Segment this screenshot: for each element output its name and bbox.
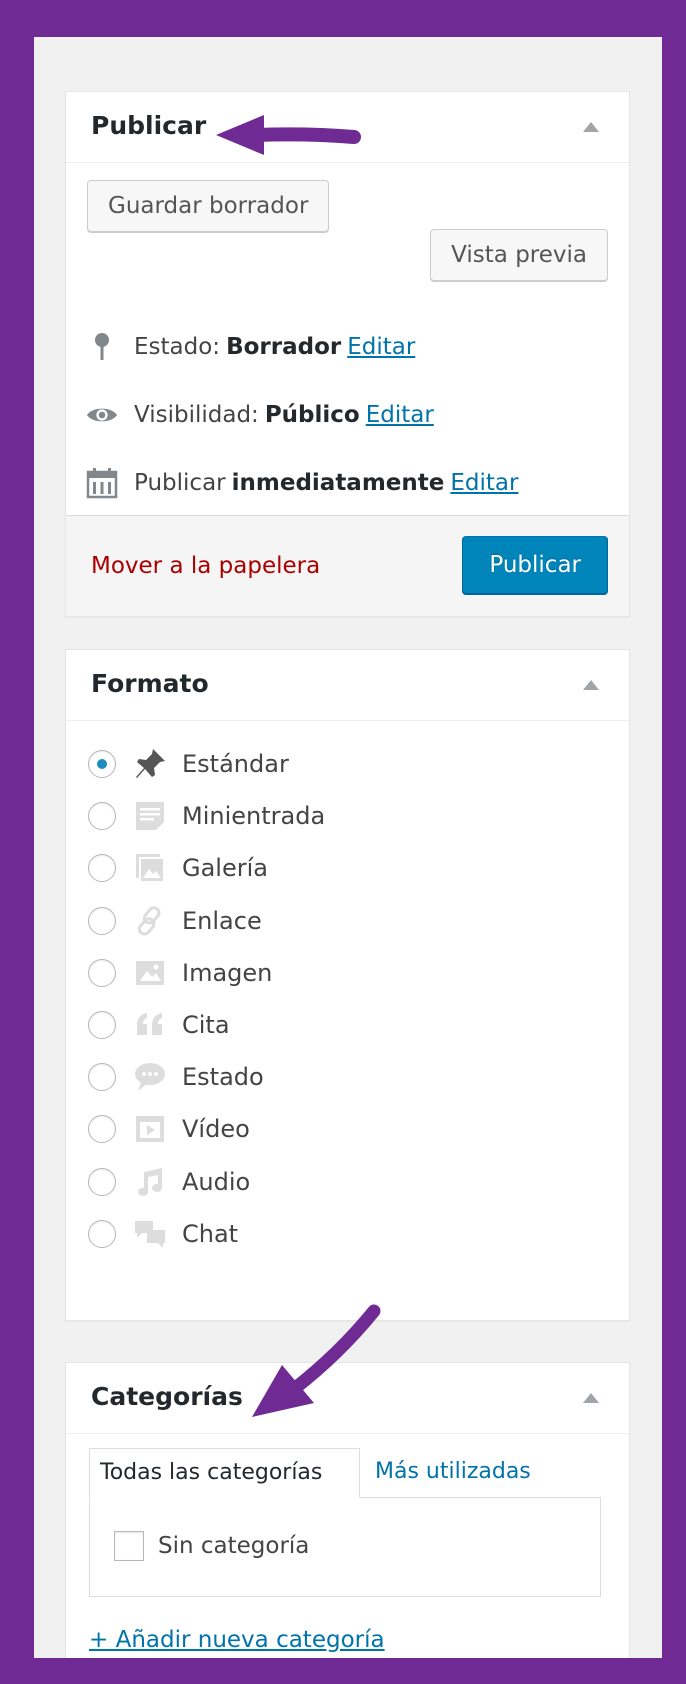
format-option-label: Galería bbox=[182, 854, 268, 883]
schedule-row: Publicar inmediatamente Editar bbox=[86, 463, 518, 503]
tab-all-categories[interactable]: Todas las categorías bbox=[89, 1448, 360, 1498]
status-label: Estado: bbox=[134, 334, 221, 360]
format-radio[interactable] bbox=[88, 1011, 116, 1039]
format-box-title: Formato bbox=[91, 669, 209, 698]
format-radio[interactable] bbox=[88, 1167, 116, 1196]
format-option[interactable]: Galería bbox=[88, 848, 268, 888]
status-value: Borrador bbox=[226, 334, 342, 360]
gallery-icon bbox=[132, 850, 168, 886]
format-option-label: Chat bbox=[182, 1219, 239, 1248]
pin-icon bbox=[86, 331, 118, 363]
format-radio[interactable] bbox=[88, 1063, 116, 1092]
format-radio[interactable] bbox=[88, 1115, 116, 1144]
calendar-icon bbox=[86, 467, 118, 499]
format-option[interactable]: Enlace bbox=[88, 901, 262, 941]
publish-button[interactable]: Publicar bbox=[462, 536, 608, 594]
chat-icon bbox=[132, 1216, 168, 1252]
format-option-label: Audio bbox=[182, 1167, 251, 1196]
format-option-label: Cita bbox=[182, 1011, 230, 1039]
category-checklist: Sin categoría bbox=[89, 1497, 601, 1597]
link-icon bbox=[132, 903, 168, 939]
format-radio[interactable] bbox=[88, 802, 116, 831]
categories-box-title: Categorías bbox=[91, 1382, 243, 1411]
tab-most-used[interactable]: Más utilizadas bbox=[365, 1448, 541, 1498]
collapse-toggle-icon[interactable] bbox=[583, 680, 599, 690]
edit-status-link[interactable]: Editar bbox=[347, 334, 415, 360]
pin-icon bbox=[132, 746, 168, 782]
preview-button[interactable]: Vista previa bbox=[430, 229, 608, 281]
format-option[interactable]: Estándar bbox=[88, 744, 289, 784]
format-option-label: Enlace bbox=[182, 906, 262, 935]
audio-icon bbox=[132, 1164, 168, 1200]
collapse-toggle-icon[interactable] bbox=[583, 1393, 599, 1403]
format-option-label: Minientrada bbox=[182, 802, 326, 831]
schedule-value: inmediatamente bbox=[231, 470, 445, 496]
eye-icon bbox=[86, 399, 118, 431]
video-icon bbox=[132, 1111, 168, 1147]
format-option[interactable]: Imagen bbox=[88, 953, 272, 993]
format-radio[interactable] bbox=[88, 958, 116, 987]
visibility-label: Visibilidad: bbox=[134, 402, 259, 428]
category-item: Sin categoría bbox=[114, 1531, 309, 1561]
format-option[interactable]: Audio bbox=[88, 1162, 250, 1202]
annotation-arrow-publicar bbox=[216, 115, 361, 155]
format-option[interactable]: Cita bbox=[88, 1005, 230, 1045]
visibility-row: Visibilidad: Público Editar bbox=[86, 395, 434, 435]
add-new-category-link[interactable]: + Añadir nueva categoría bbox=[89, 1627, 385, 1653]
status-row: Estado: Borrador Editar bbox=[86, 327, 415, 367]
format-box-header[interactable]: Formato bbox=[66, 650, 629, 721]
category-label: Sin categoría bbox=[158, 1533, 310, 1559]
quote-icon bbox=[132, 1007, 168, 1043]
format-option-label: Vídeo bbox=[182, 1115, 250, 1144]
format-radio[interactable] bbox=[88, 1219, 116, 1248]
format-box: Formato Estándar Minientrada Galería Enlace… bbox=[65, 649, 630, 1321]
format-option-label: Imagen bbox=[182, 958, 273, 987]
format-option[interactable]: Vídeo bbox=[88, 1109, 250, 1149]
status-icon bbox=[132, 1059, 168, 1095]
format-radio[interactable] bbox=[88, 854, 116, 883]
category-checkbox[interactable] bbox=[114, 1531, 144, 1561]
image-icon bbox=[132, 955, 168, 991]
publish-box-title: Publicar bbox=[91, 111, 207, 140]
save-draft-button[interactable]: Guardar borrador bbox=[87, 180, 330, 232]
move-to-trash-link[interactable]: Mover a la papelera bbox=[91, 553, 320, 579]
publish-actions: Mover a la papelera Publicar bbox=[66, 515, 629, 616]
format-option-label: Estándar bbox=[182, 750, 289, 778]
format-option[interactable]: Chat bbox=[88, 1214, 238, 1254]
sidebar-panel: Publicar Guardar borrador Vista previa E… bbox=[34, 37, 662, 1658]
format-radio[interactable] bbox=[88, 750, 116, 778]
format-radio[interactable] bbox=[88, 906, 116, 935]
annotation-arrow-categorias bbox=[252, 1304, 381, 1417]
schedule-label: Publicar bbox=[134, 470, 226, 496]
format-option-label: Estado bbox=[182, 1063, 264, 1092]
visibility-value: Público bbox=[264, 402, 360, 428]
aside-icon bbox=[132, 798, 168, 834]
edit-visibility-link[interactable]: Editar bbox=[366, 402, 434, 428]
publish-box: Publicar Guardar borrador Vista previa E… bbox=[65, 91, 630, 617]
collapse-toggle-icon[interactable] bbox=[583, 122, 599, 132]
format-option[interactable]: Minientrada bbox=[88, 796, 325, 836]
format-option[interactable]: Estado bbox=[88, 1057, 264, 1097]
edit-schedule-link[interactable]: Editar bbox=[450, 470, 518, 496]
